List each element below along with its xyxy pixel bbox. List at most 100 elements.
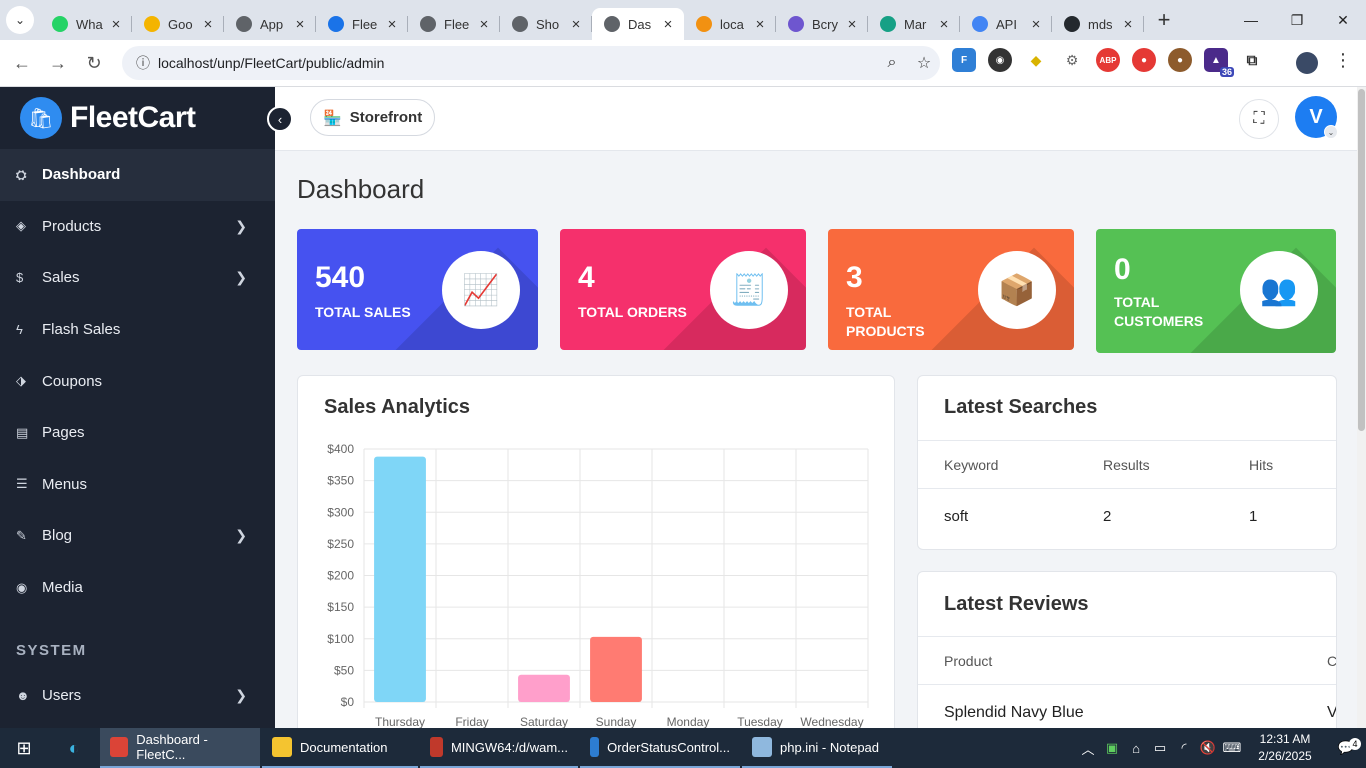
taskbar-app[interactable]: php.ini - Notepad (742, 728, 892, 768)
tab-close-icon[interactable]: × (1028, 16, 1044, 33)
tab-close-icon[interactable]: × (384, 16, 400, 33)
latest-searches-panel: Latest Searches Keyword Results Hits sof… (917, 375, 1337, 550)
users-icon: ☻ (16, 687, 30, 703)
tab-close-icon[interactable]: × (108, 16, 124, 33)
page-scrollbar[interactable] (1357, 87, 1366, 728)
stat-value: 4 (578, 261, 595, 294)
keyboard-icon[interactable]: ⌨ (1220, 740, 1244, 756)
windows-start-icon[interactable]: ⊞ (0, 728, 48, 768)
browser-tab[interactable]: Goo × (132, 8, 224, 40)
reviews-table-header: Product C (918, 636, 1336, 684)
browser-tab[interactable]: Das × (592, 8, 684, 40)
cookie-icon[interactable]: ● (1168, 48, 1192, 72)
page-title: Dashboard (297, 174, 425, 204)
url-text[interactable]: localhost/unp/FleetCart/public/admin (158, 55, 876, 71)
storefront-button[interactable]: 🏪 Storefront (310, 99, 435, 136)
battery-icon[interactable]: ▭ (1148, 740, 1172, 756)
sidebar-collapse-chevron-icon[interactable]: ‹ (267, 106, 293, 132)
browser-tab[interactable]: Bcry × (776, 8, 868, 40)
new-tab-button[interactable]: + (1150, 7, 1178, 33)
sidebar-item-flash-sales[interactable]: ϟ Flash Sales (0, 304, 275, 356)
sidebar-item-users[interactable]: ☻ Users ❯ (0, 669, 275, 721)
pin-extension-icon[interactable]: ◆ (1024, 48, 1048, 72)
zoom-icon[interactable]: ⌕ (876, 54, 908, 72)
sidebar-item-menus[interactable]: ☰ Menus (0, 459, 275, 511)
tray-chevron-up-icon[interactable]: ︿ (1076, 739, 1100, 758)
notification-icon[interactable]: 💬 4 (1326, 738, 1366, 756)
grad-cap-extension-icon[interactable]: ▲ 36 (1204, 48, 1234, 77)
bar-thursday[interactable] (374, 456, 426, 702)
gear-extension-icon[interactable]: ⚙ (1060, 48, 1084, 72)
browser-tab[interactable]: API × (960, 8, 1052, 40)
stat-label: TOTAL SALES (315, 304, 411, 320)
taskbar-app[interactable]: OrderStatusControl... (580, 728, 740, 768)
browser-tab[interactable]: Sho × (500, 8, 592, 40)
stop-extension-icon[interactable]: ● (1132, 48, 1156, 72)
sidebar-item-sales[interactable]: $ Sales ❯ (0, 252, 275, 304)
address-bar[interactable]: ⓘ localhost/unp/FleetCart/public/admin ⌕… (122, 46, 940, 80)
browser-tab[interactable]: Flee × (408, 8, 500, 40)
sidebar-item-pages[interactable]: ▤ Pages (0, 407, 275, 459)
column-header: Keyword (944, 456, 999, 473)
customers-icon: 👥 (1240, 251, 1318, 329)
puzzle-extensions-icon[interactable]: ⧉ (1240, 48, 1264, 72)
taskbar-app[interactable]: MINGW64:/d/wam... (420, 728, 578, 768)
taskbar-app-icon (110, 737, 129, 757)
sidebar-item-blog[interactable]: ✎ Blog ❯ (0, 510, 275, 562)
stat-card[interactable]: 0 TOTAL CUSTOMERS 👥 (1096, 229, 1336, 353)
tab-close-icon[interactable]: × (752, 16, 768, 33)
edge-browser-icon[interactable]: ◐ (48, 728, 100, 768)
stat-card[interactable]: 3 TOTAL PRODUCTS 📦 (828, 229, 1074, 350)
bar-saturday[interactable] (518, 674, 570, 702)
sidebar-item-label: Coupons (42, 372, 103, 390)
speaker-icon[interactable]: 🔇 (1196, 740, 1220, 756)
back-icon[interactable]: ← (4, 53, 40, 74)
browser-tab[interactable]: Mar × (868, 8, 960, 40)
reload-icon[interactable]: ↻ (76, 53, 112, 74)
tab-close-icon[interactable]: × (936, 16, 952, 33)
browser-profile-avatar[interactable] (1296, 52, 1318, 74)
tab-close-icon[interactable]: × (200, 16, 216, 33)
tab-close-icon[interactable]: × (1120, 16, 1136, 33)
fullscreen-icon[interactable]: ⛶ (1239, 99, 1279, 139)
tab-close-icon[interactable]: × (292, 16, 308, 33)
browser-tab[interactable]: loca × (684, 8, 776, 40)
stat-card[interactable]: 4 TOTAL ORDERS 🧾 (560, 229, 806, 350)
chrome-color-icon[interactable]: ◉ (988, 48, 1012, 72)
forward-icon[interactable]: → (40, 53, 76, 74)
browser-tab[interactable]: Wha × (40, 8, 132, 40)
wifi-icon[interactable]: ◜ (1172, 740, 1196, 756)
tray-app-icon[interactable]: ▣ (1100, 740, 1124, 756)
extension-icon[interactable]: F (952, 48, 976, 72)
sidebar-item-coupons[interactable]: ⬗ Coupons (0, 355, 275, 407)
scrollbar-thumb[interactable] (1358, 89, 1365, 431)
taskbar-clock[interactable]: 12:31 AM 2/26/2025 (1244, 731, 1326, 765)
tray-device-icon[interactable]: ⌂ (1124, 741, 1148, 756)
browser-menu-icon[interactable]: ⋮ (1334, 50, 1352, 71)
restore-icon[interactable]: ❐ (1274, 0, 1320, 40)
site-info-icon[interactable]: ⓘ (128, 53, 158, 73)
minimize-icon[interactable]: — (1228, 0, 1274, 40)
sidebar-item-media[interactable]: ◉ Media (0, 562, 275, 614)
chevron-down-icon[interactable]: ⌄ (1324, 125, 1338, 139)
adblock-icon[interactable]: ABP (1096, 48, 1120, 72)
close-window-icon[interactable]: ✕ (1320, 0, 1366, 40)
tab-close-icon[interactable]: × (568, 16, 584, 33)
stat-card[interactable]: 540 TOTAL SALES 📈 (297, 229, 538, 350)
sidebar-nav: ⛭ Dashboard ◈ Products ❯ $ Sales ❯ ϟ Flash Sales ⬗… (0, 149, 275, 613)
browser-tab[interactable]: App × (224, 8, 316, 40)
tab-close-icon[interactable]: × (476, 16, 492, 33)
taskbar-app[interactable]: Dashboard - FleetC... (100, 728, 260, 768)
sidebar-item-dashboard[interactable]: ⛭ Dashboard (0, 149, 275, 201)
sales-analytics-panel: Sales Analytics $0 $50 $100 $150 $200 $250 $30… (297, 375, 895, 745)
brand[interactable]: 🛍 FleetCart (0, 87, 275, 149)
taskbar-app[interactable]: Documentation (262, 728, 418, 768)
sidebar-item-products[interactable]: ◈ Products ❯ (0, 201, 275, 253)
tab-close-icon[interactable]: × (844, 16, 860, 33)
browser-tab[interactable]: Flee × (316, 8, 408, 40)
tab-close-icon[interactable]: × (660, 16, 676, 33)
tab-search-chevron-icon[interactable]: ⌄ (6, 6, 34, 34)
bookmark-star-icon[interactable]: ☆ (908, 53, 940, 73)
browser-tab[interactable]: mds × (1052, 8, 1144, 40)
bar-sunday[interactable] (590, 636, 642, 702)
